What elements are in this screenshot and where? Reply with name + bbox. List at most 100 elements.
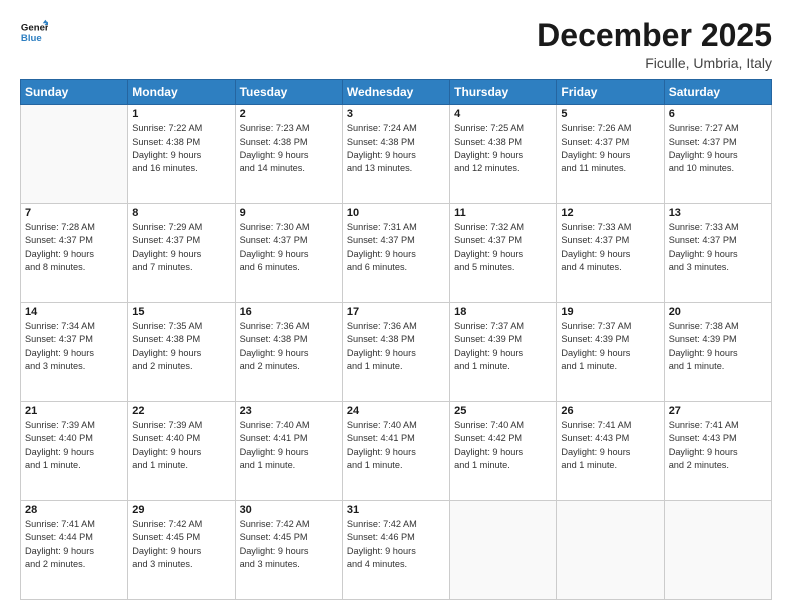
calendar-cell: 11Sunrise: 7:32 AMSunset: 4:37 PMDayligh… xyxy=(450,204,557,303)
calendar-table: SundayMondayTuesdayWednesdayThursdayFrid… xyxy=(20,79,772,600)
week-row-3: 14Sunrise: 7:34 AMSunset: 4:37 PMDayligh… xyxy=(21,303,772,402)
calendar-cell: 28 Sunrise: 7:41 AMSunset: 4:44 PMDayligh… xyxy=(21,501,128,600)
col-header-tuesday: Tuesday xyxy=(235,80,342,105)
logo: General Blue xyxy=(20,18,48,46)
day-info: Sunrise: 7:39 AMSunset: 4:40 PMDaylight:… xyxy=(132,419,230,472)
day-number: 9 xyxy=(240,207,338,219)
day-number: 29 xyxy=(132,504,230,516)
day-info: Sunrise: 7:33 AMSunset: 4:37 PMDaylight:… xyxy=(561,221,659,274)
calendar-cell: 1Sunrise: 7:22 AMSunset: 4:38 PMDaylight… xyxy=(128,105,235,204)
day-info: Sunrise: 7:42 AMSunset: 4:46 PMDaylight:… xyxy=(347,518,445,571)
page: General Blue December 2025 Ficulle, Umbr… xyxy=(0,0,792,612)
day-number: 25 xyxy=(454,405,552,417)
col-header-friday: Friday xyxy=(557,80,664,105)
day-number: 13 xyxy=(669,207,767,219)
calendar-cell: 8Sunrise: 7:29 AMSunset: 4:37 PMDaylight… xyxy=(128,204,235,303)
calendar-cell: 5Sunrise: 7:26 AMSunset: 4:37 PMDaylight… xyxy=(557,105,664,204)
calendar-cell: 22 Sunrise: 7:39 AMSunset: 4:40 PMDayligh… xyxy=(128,402,235,501)
day-info: Sunrise: 7:29 AMSunset: 4:37 PMDaylight:… xyxy=(132,221,230,274)
day-number: 31 xyxy=(347,504,445,516)
col-header-wednesday: Wednesday xyxy=(342,80,449,105)
day-info: Sunrise: 7:30 AMSunset: 4:37 PMDaylight:… xyxy=(240,221,338,274)
calendar-cell: 16Sunrise: 7:36 AMSunset: 4:38 PMDayligh… xyxy=(235,303,342,402)
day-info: Sunrise: 7:38 AMSunset: 4:39 PMDaylight:… xyxy=(669,320,767,373)
day-info: Sunrise: 7:40 AMSunset: 4:42 PMDaylight:… xyxy=(454,419,552,472)
day-info: Sunrise: 7:42 AMSunset: 4:45 PMDaylight:… xyxy=(132,518,230,571)
day-number: 30 xyxy=(240,504,338,516)
day-info: Sunrise: 7:40 AMSunset: 4:41 PMDaylight:… xyxy=(240,419,338,472)
calendar-cell: 19 Sunrise: 7:37 AMSunset: 4:39 PMDayligh… xyxy=(557,303,664,402)
day-info: Sunrise: 7:25 AMSunset: 4:38 PMDaylight:… xyxy=(454,122,552,175)
day-info: Sunrise: 7:33 AMSunset: 4:37 PMDaylight:… xyxy=(669,221,767,274)
day-number: 15 xyxy=(132,306,230,318)
calendar-cell: 30 Sunrise: 7:42 AMSunset: 4:45 PMDayligh… xyxy=(235,501,342,600)
month-title: December 2025 xyxy=(537,18,772,53)
calendar-cell xyxy=(21,105,128,204)
day-info: Sunrise: 7:41 AMSunset: 4:44 PMDaylight:… xyxy=(25,518,123,571)
calendar-cell: 24 Sunrise: 7:40 AMSunset: 4:41 PMDayligh… xyxy=(342,402,449,501)
day-info: Sunrise: 7:42 AMSunset: 4:45 PMDaylight:… xyxy=(240,518,338,571)
day-info: Sunrise: 7:26 AMSunset: 4:37 PMDaylight:… xyxy=(561,122,659,175)
day-number: 21 xyxy=(25,405,123,417)
day-number: 2 xyxy=(240,108,338,120)
day-number: 14 xyxy=(25,306,123,318)
calendar-cell: 10 Sunrise: 7:31 AMSunset: 4:37 PMDayligh… xyxy=(342,204,449,303)
day-info: Sunrise: 7:40 AMSunset: 4:41 PMDaylight:… xyxy=(347,419,445,472)
day-number: 10 xyxy=(347,207,445,219)
header: General Blue December 2025 Ficulle, Umbr… xyxy=(20,18,772,71)
week-row-5: 28 Sunrise: 7:41 AMSunset: 4:44 PMDayligh… xyxy=(21,501,772,600)
day-info: Sunrise: 7:31 AMSunset: 4:37 PMDaylight:… xyxy=(347,221,445,274)
week-row-1: 1Sunrise: 7:22 AMSunset: 4:38 PMDaylight… xyxy=(21,105,772,204)
day-number: 19 xyxy=(561,306,659,318)
calendar-cell: 13 Sunrise: 7:33 AMSunset: 4:37 PMDayligh… xyxy=(664,204,771,303)
day-info: Sunrise: 7:41 AMSunset: 4:43 PMDaylight:… xyxy=(669,419,767,472)
day-number: 18 xyxy=(454,306,552,318)
calendar-cell: 9 Sunrise: 7:30 AMSunset: 4:37 PMDaylight… xyxy=(235,204,342,303)
day-number: 24 xyxy=(347,405,445,417)
day-number: 27 xyxy=(669,405,767,417)
week-row-4: 21 Sunrise: 7:39 AMSunset: 4:40 PMDayligh… xyxy=(21,402,772,501)
day-number: 4 xyxy=(454,108,552,120)
day-info: Sunrise: 7:37 AMSunset: 4:39 PMDaylight:… xyxy=(454,320,552,373)
col-header-sunday: Sunday xyxy=(21,80,128,105)
day-info: Sunrise: 7:41 AMSunset: 4:43 PMDaylight:… xyxy=(561,419,659,472)
day-number: 3 xyxy=(347,108,445,120)
col-header-monday: Monday xyxy=(128,80,235,105)
calendar-cell: 31 Sunrise: 7:42 AMSunset: 4:46 PMDayligh… xyxy=(342,501,449,600)
day-number: 26 xyxy=(561,405,659,417)
location: Ficulle, Umbria, Italy xyxy=(537,55,772,71)
calendar-cell: 14Sunrise: 7:34 AMSunset: 4:37 PMDayligh… xyxy=(21,303,128,402)
day-info: Sunrise: 7:23 AMSunset: 4:38 PMDaylight:… xyxy=(240,122,338,175)
calendar-cell: 25 Sunrise: 7:40 AMSunset: 4:42 PMDayligh… xyxy=(450,402,557,501)
calendar-cell xyxy=(664,501,771,600)
day-number: 23 xyxy=(240,405,338,417)
calendar-cell: 15 Sunrise: 7:35 AMSunset: 4:38 PMDayligh… xyxy=(128,303,235,402)
week-row-2: 7Sunrise: 7:28 AMSunset: 4:37 PMDaylight… xyxy=(21,204,772,303)
day-number: 28 xyxy=(25,504,123,516)
day-number: 22 xyxy=(132,405,230,417)
day-number: 6 xyxy=(669,108,767,120)
col-header-thursday: Thursday xyxy=(450,80,557,105)
day-number: 20 xyxy=(669,306,767,318)
svg-text:Blue: Blue xyxy=(21,33,42,44)
day-info: Sunrise: 7:36 AMSunset: 4:38 PMDaylight:… xyxy=(347,320,445,373)
calendar-cell: 27 Sunrise: 7:41 AMSunset: 4:43 PMDayligh… xyxy=(664,402,771,501)
calendar-cell: 4 Sunrise: 7:25 AMSunset: 4:38 PMDaylight… xyxy=(450,105,557,204)
col-header-saturday: Saturday xyxy=(664,80,771,105)
logo-icon: General Blue xyxy=(20,18,48,46)
day-info: Sunrise: 7:37 AMSunset: 4:39 PMDaylight:… xyxy=(561,320,659,373)
calendar-cell: 18 Sunrise: 7:37 AMSunset: 4:39 PMDayligh… xyxy=(450,303,557,402)
calendar-cell: 6 Sunrise: 7:27 AMSunset: 4:37 PMDaylight… xyxy=(664,105,771,204)
title-block: December 2025 Ficulle, Umbria, Italy xyxy=(537,18,772,71)
calendar-cell: 26 Sunrise: 7:41 AMSunset: 4:43 PMDayligh… xyxy=(557,402,664,501)
day-number: 12 xyxy=(561,207,659,219)
day-number: 1 xyxy=(132,108,230,120)
day-info: Sunrise: 7:27 AMSunset: 4:37 PMDaylight:… xyxy=(669,122,767,175)
calendar-cell: 12 Sunrise: 7:33 AMSunset: 4:37 PMDayligh… xyxy=(557,204,664,303)
calendar-cell xyxy=(557,501,664,600)
calendar-cell: 3Sunrise: 7:24 AMSunset: 4:38 PMDaylight… xyxy=(342,105,449,204)
day-info: Sunrise: 7:35 AMSunset: 4:38 PMDaylight:… xyxy=(132,320,230,373)
day-info: Sunrise: 7:39 AMSunset: 4:40 PMDaylight:… xyxy=(25,419,123,472)
day-number: 7 xyxy=(25,207,123,219)
calendar-cell: 20 Sunrise: 7:38 AMSunset: 4:39 PMDayligh… xyxy=(664,303,771,402)
